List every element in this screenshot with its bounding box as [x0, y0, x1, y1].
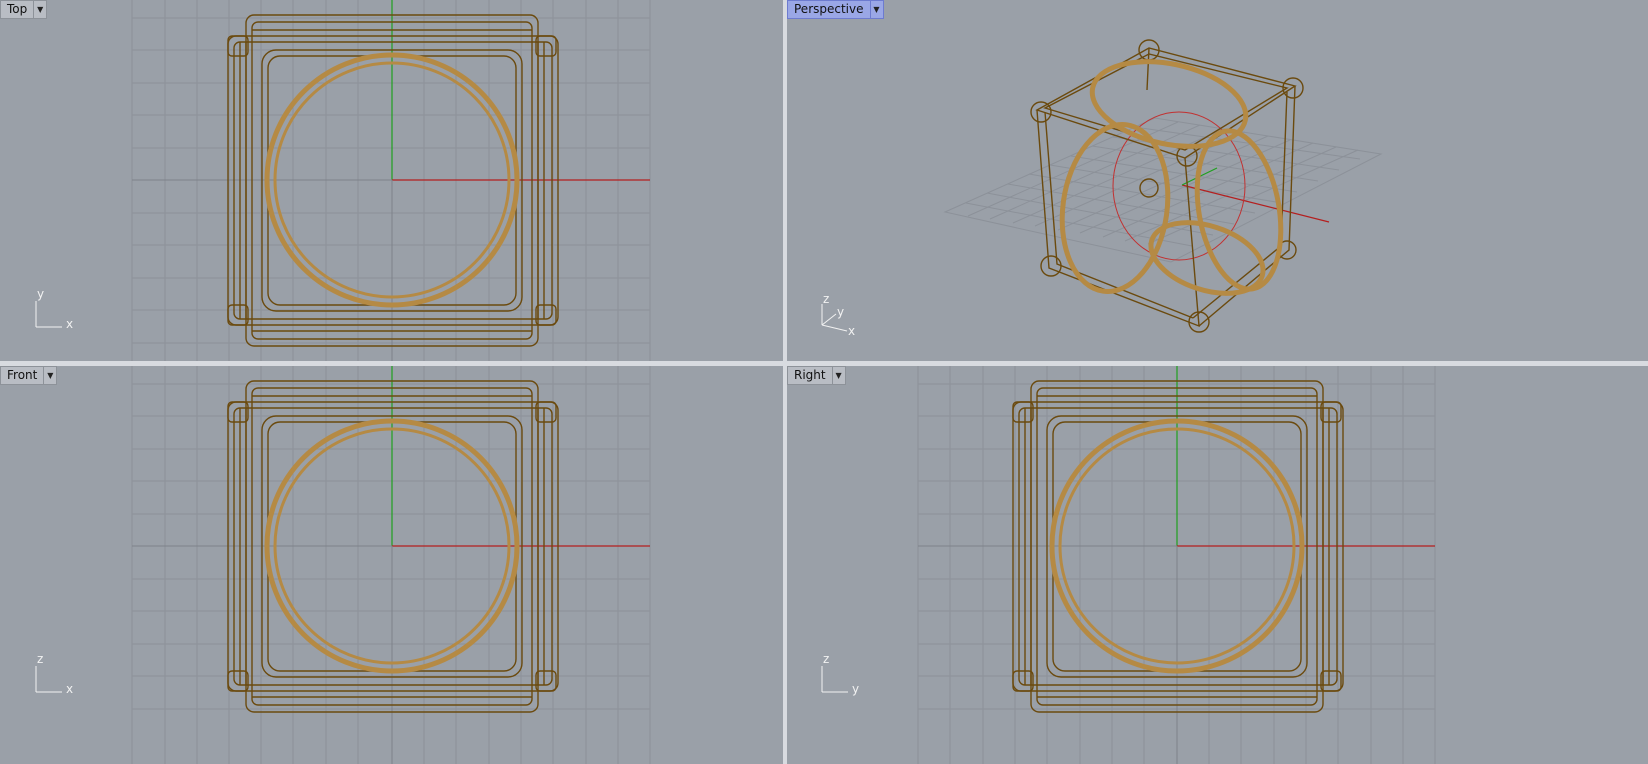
chevron-down-icon[interactable]: ▼: [43, 367, 56, 384]
axis-label-y: y: [837, 305, 844, 319]
axis-label-h: x: [66, 317, 73, 331]
viewport-title: Perspective: [794, 2, 864, 16]
viewport-perspective-scene: z y x: [821, 39, 1383, 338]
viewport-top[interactable]: x y Top ▼: [0, 0, 783, 361]
viewport-tab-top[interactable]: Top ▼: [0, 0, 48, 19]
viewport-right-scene: y z: [821, 366, 1436, 764]
axis-label-v: z: [823, 652, 829, 666]
axis-label-h: x: [66, 682, 73, 696]
viewport-top-scene: x y: [35, 0, 651, 361]
axis-label-v: z: [37, 652, 43, 666]
viewport-title: Right: [794, 368, 826, 382]
chevron-down-icon[interactable]: ▼: [33, 1, 46, 18]
viewport-tab-front[interactable]: Front ▼: [0, 366, 58, 385]
axis-label-v: y: [37, 287, 44, 301]
viewport-title: Front: [7, 368, 38, 382]
axis-label-z: z: [823, 292, 829, 306]
chevron-down-icon[interactable]: ▼: [869, 1, 883, 18]
axis-label-x: x: [848, 324, 855, 338]
viewport-right[interactable]: y z Right ▼: [787, 366, 1648, 764]
axis-label-h: y: [852, 682, 859, 696]
chevron-down-icon[interactable]: ▼: [831, 367, 845, 384]
viewport-front[interactable]: x z Front ▼: [0, 366, 783, 764]
viewport-perspective[interactable]: z y x Perspective ▼: [787, 0, 1648, 361]
viewport-tab-perspective[interactable]: Perspective ▼: [787, 0, 884, 19]
viewport-title: Top: [7, 2, 28, 16]
viewport-tab-right[interactable]: Right ▼: [787, 366, 846, 385]
viewport-front-scene: x z: [35, 366, 651, 764]
